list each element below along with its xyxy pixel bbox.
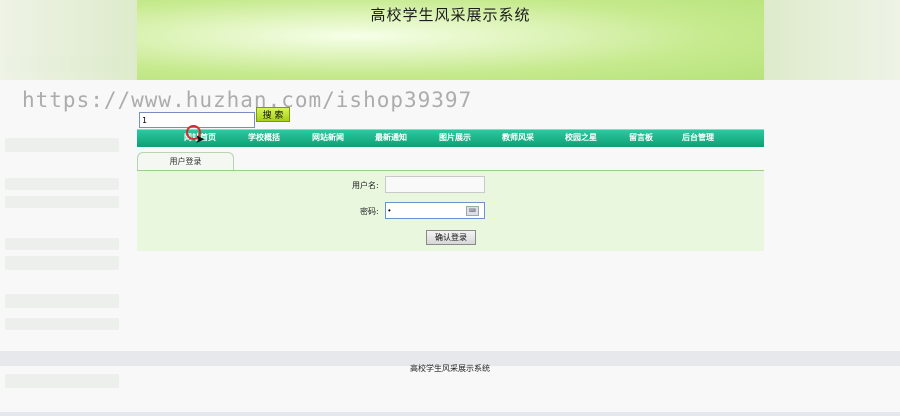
- nav-item-teacher-showcase[interactable]: 教师风采: [502, 130, 534, 147]
- username-field[interactable]: [385, 176, 485, 193]
- page-bottom-edge: [0, 412, 900, 416]
- background-block: [5, 294, 119, 308]
- background-block: [5, 374, 119, 388]
- footer-text: 高校学生风采展示系统: [410, 364, 490, 373]
- nav-item-admin[interactable]: 后台管理: [682, 130, 714, 147]
- confirm-login-button[interactable]: 确认登录: [426, 230, 476, 245]
- background-block: [5, 256, 119, 270]
- background-block: [5, 178, 119, 190]
- banner-edge: [0, 0, 137, 80]
- background-block: [5, 196, 119, 208]
- tab-user-login[interactable]: 用户登录: [137, 152, 234, 171]
- background-block: [5, 138, 119, 152]
- main-nav: 网站首页 学校概括 网站新闻 最新通知 图片展示 教师风采 校园之星 留言板 后…: [137, 129, 764, 147]
- background-block: [5, 318, 119, 330]
- nav-item-campus-stars[interactable]: 校园之星: [565, 130, 597, 147]
- site-title: 高校学生风采展示系统: [370, 6, 531, 24]
- nav-item-message-board[interactable]: 留言板: [629, 130, 653, 147]
- password-label: 密码:: [360, 207, 379, 216]
- nav-item-site-news[interactable]: 网站新闻: [312, 130, 344, 147]
- keyboard-icon[interactable]: ⌨: [466, 206, 479, 216]
- nav-item-photo-gallery[interactable]: 图片展示: [439, 130, 471, 147]
- search-button[interactable]: 搜 索: [256, 107, 290, 122]
- nav-item-school-overview[interactable]: 学校概括: [248, 130, 280, 147]
- header-banner: 高校学生风采展示系统: [137, 0, 764, 80]
- background-block: [5, 238, 119, 250]
- nav-item-latest-notices[interactable]: 最新通知: [375, 130, 407, 147]
- banner-edge: [764, 0, 900, 80]
- mouse-cursor-icon: ➤: [195, 132, 206, 146]
- watermark-text: https://www.huzhan.com/ishop39397: [22, 88, 473, 112]
- username-label: 用户名:: [352, 181, 379, 190]
